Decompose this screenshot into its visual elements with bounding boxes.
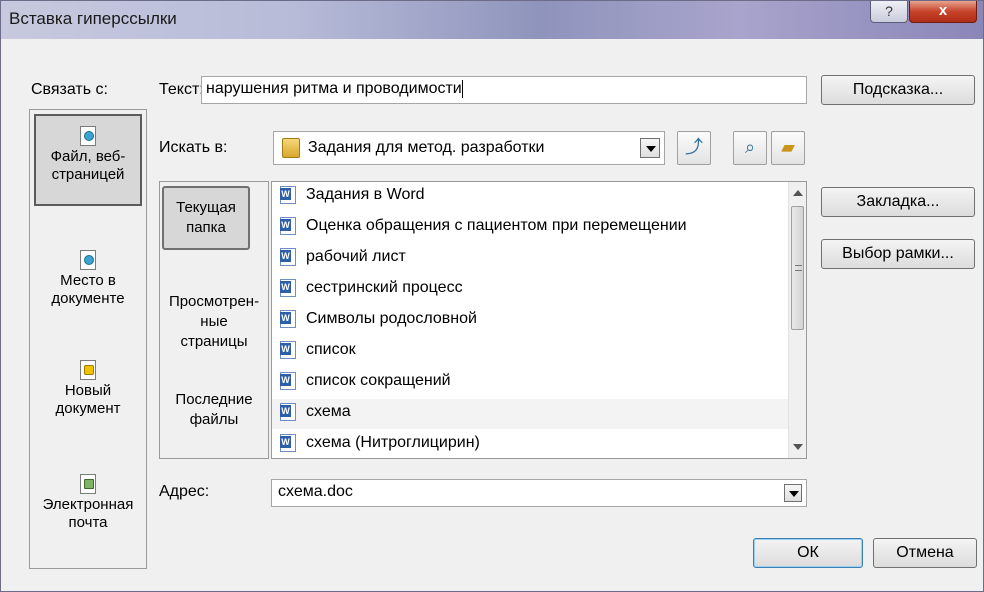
file-name: Символы родословной — [306, 310, 477, 328]
web-page-icon — [80, 126, 96, 146]
browse-file-icon: ▰ — [781, 137, 795, 157]
address-label: Адрес: — [159, 483, 210, 500]
file-name: список сокращений — [306, 372, 451, 390]
file-item[interactable]: список — [272, 337, 788, 367]
email-icon — [80, 474, 96, 494]
new-document-icon — [80, 360, 96, 380]
link-to-web-page-label-2: страницей — [51, 166, 125, 183]
word-document-icon — [280, 217, 296, 235]
browsed-pages-label-1: Просмотрен- — [168, 293, 260, 310]
word-document-icon — [280, 310, 296, 328]
look-in-value: Задания для метод. разработки — [308, 139, 545, 157]
scroll-thumb[interactable] — [791, 206, 804, 330]
cancel-button[interactable]: Отмена — [873, 538, 977, 568]
link-to-new-label-2: документ — [55, 400, 121, 417]
browsed-pages-tab[interactable]: Просмотрен- ные страницы — [160, 292, 268, 352]
text-input[interactable]: нарушения ритма и проводимости — [201, 76, 807, 104]
link-to-place-label-1: Место в — [60, 272, 116, 289]
screentip-button[interactable]: Подсказка... — [821, 75, 975, 105]
title-bar[interactable]: Вставка гиперссылки ? x — [1, 1, 983, 39]
file-item[interactable]: сестринский процесс — [272, 275, 788, 305]
word-document-icon — [280, 372, 296, 390]
file-name: рабочий лист — [306, 248, 406, 266]
scroll-grip-icon — [795, 265, 802, 271]
text-caret — [461, 80, 463, 98]
file-name: Задания в Word — [306, 186, 425, 204]
word-document-icon — [280, 248, 296, 266]
word-document-icon — [280, 279, 296, 297]
current-folder-label-1: Текущая — [176, 199, 236, 216]
word-document-icon — [280, 186, 296, 204]
chevron-down-icon[interactable] — [640, 138, 660, 158]
file-list[interactable]: Задания в Word Оценка обращения с пациен… — [271, 181, 807, 459]
file-name: Оценка обращения с пациентом при перемещ… — [306, 217, 687, 235]
link-to-new-label-1: Новый — [64, 382, 112, 399]
current-folder-tab[interactable]: Текущая папка — [162, 186, 250, 250]
window-title: Вставка гиперссылки — [9, 9, 177, 28]
link-to-email-label-1: Электронная — [42, 496, 134, 513]
bookmark-button[interactable]: Закладка... — [821, 187, 975, 217]
current-folder-label-2: папка — [186, 219, 226, 236]
recent-files-label-1: Последние — [175, 391, 253, 408]
file-name: схема — [306, 403, 351, 421]
browse-web-icon: ⌕ — [744, 137, 756, 157]
recent-files-label-2: файлы — [189, 411, 239, 428]
close-button[interactable]: x — [909, 1, 977, 23]
link-to-web-page[interactable]: Файл, веб- страницей — [34, 114, 142, 206]
link-to-bar: Файл, веб- страницей Место в документе Н… — [29, 109, 147, 569]
link-to-place-label-2: документе — [51, 290, 125, 307]
folder-icon — [282, 138, 300, 158]
word-document-icon — [280, 434, 296, 452]
link-to-email[interactable]: Электронная почта — [30, 474, 146, 532]
up-folder-icon: ⤴ — [685, 137, 703, 157]
look-in-panel: Текущая папка Просмотрен- ные страницы П… — [159, 181, 269, 459]
help-button[interactable]: ? — [870, 1, 908, 23]
scroll-down-icon[interactable] — [793, 444, 803, 450]
browse-web-button[interactable]: ⌕ — [733, 131, 767, 165]
file-name: список — [306, 341, 356, 359]
file-name: схема (Нитроглицирин) — [306, 434, 480, 452]
file-item[interactable]: рабочий лист — [272, 244, 788, 274]
address-value: схема.doc — [278, 483, 353, 500]
target-frame-button[interactable]: Выбор рамки... — [821, 239, 975, 269]
file-list-scrollbar[interactable] — [788, 182, 806, 458]
scroll-up-icon[interactable] — [793, 190, 803, 196]
insert-hyperlink-dialog: Вставка гиперссылки ? x Связать с: Файл,… — [0, 0, 984, 592]
up-folder-button[interactable]: ⤴ — [677, 131, 711, 165]
text-label: Текст: — [159, 81, 204, 98]
link-to-place-in-document[interactable]: Место в документе — [30, 250, 146, 308]
browsed-pages-label-2: ные — [200, 313, 228, 330]
browsed-pages-label-3: страницы — [180, 333, 248, 350]
file-item-selected[interactable]: схема — [272, 399, 788, 429]
file-name: сестринский процесс — [306, 279, 463, 297]
link-to-web-page-label-1: Файл, веб- — [50, 148, 126, 165]
look-in-combo[interactable]: Задания для метод. разработки — [273, 131, 665, 165]
browse-file-button[interactable]: ▰ — [771, 131, 805, 165]
file-item[interactable]: Задания в Word — [272, 182, 788, 212]
file-item[interactable]: схема (Нитроглицирин) — [272, 430, 788, 458]
look-in-label: Искать в: — [159, 139, 228, 156]
text-input-value: нарушения ритма и проводимости — [206, 80, 462, 98]
link-to-new-document[interactable]: Новый документ — [30, 360, 146, 418]
address-combo[interactable]: схема.doc — [271, 479, 807, 507]
chevron-down-icon[interactable] — [784, 484, 802, 502]
word-document-icon — [280, 341, 296, 359]
file-item[interactable]: Символы родословной — [272, 306, 788, 336]
file-item[interactable]: Оценка обращения с пациентом при перемещ… — [272, 213, 788, 243]
link-to-label: Связать с: — [31, 81, 108, 98]
recent-files-tab[interactable]: Последние файлы — [160, 390, 268, 430]
place-in-document-icon — [80, 250, 96, 270]
link-to-email-label-2: почта — [68, 514, 108, 531]
ok-button[interactable]: ОК — [753, 538, 863, 568]
word-document-icon — [280, 403, 296, 421]
file-item[interactable]: список сокращений — [272, 368, 788, 398]
